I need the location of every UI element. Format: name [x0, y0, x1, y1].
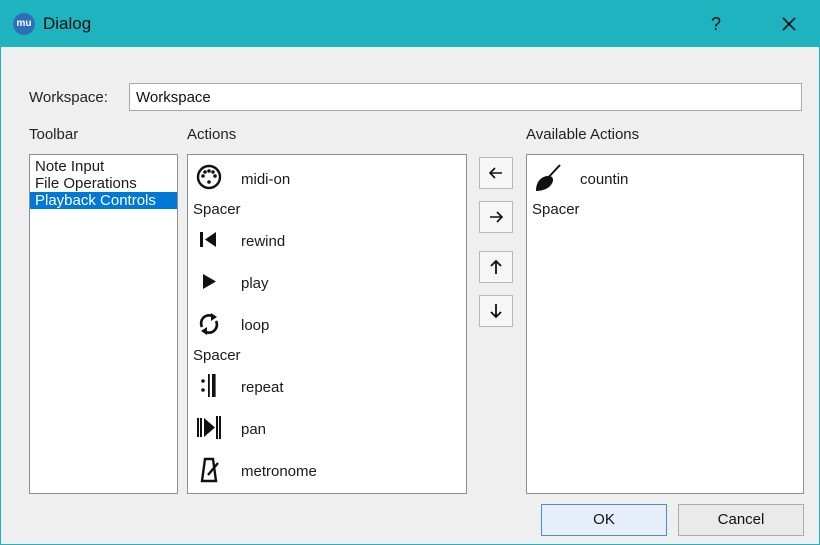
- move-up-button[interactable]: [479, 251, 513, 283]
- workspace-name-input[interactable]: [129, 83, 802, 111]
- countin-icon: [536, 164, 561, 191]
- spacer-item[interactable]: Spacer: [193, 347, 241, 364]
- action-label: rewind: [241, 233, 286, 250]
- metronome-icon: [200, 457, 219, 483]
- left-arrow-icon: [488, 167, 502, 179]
- action-label: loop: [241, 317, 270, 334]
- action-label: midi-on: [241, 171, 291, 188]
- pan-icon: [197, 416, 221, 439]
- down-arrow-icon: [490, 304, 502, 319]
- action-label: play: [241, 275, 269, 292]
- title-bar[interactable]: mu Dialog ?: [1, 1, 819, 47]
- available-actions-header: Available Actions: [526, 126, 640, 143]
- toolbar-list[interactable]: Note Input File Operations Playback Cont…: [29, 154, 178, 494]
- action-label: pan: [241, 421, 267, 438]
- action-label: metronome: [241, 463, 317, 480]
- actions-list[interactable]: midi-on Spacer rewind play loop Spacer r…: [187, 154, 467, 494]
- workspace-label: Workspace:: [29, 89, 108, 106]
- dialog-window: mu Dialog ? Workspace: Toolbar Actions A…: [0, 0, 820, 545]
- right-arrow-icon: [490, 211, 504, 223]
- midi-on-icon: [196, 164, 222, 190]
- move-left-button[interactable]: [479, 157, 513, 189]
- rewind-icon: [200, 232, 216, 247]
- spacer-item[interactable]: Spacer: [193, 201, 241, 218]
- ok-button[interactable]: OK: [541, 504, 667, 536]
- close-button[interactable]: [771, 9, 807, 39]
- window-title: Dialog: [43, 14, 92, 33]
- move-right-button[interactable]: [479, 201, 513, 233]
- help-button[interactable]: ?: [701, 9, 731, 39]
- toolbar-item-note-input[interactable]: Note Input: [30, 158, 177, 175]
- cancel-button[interactable]: Cancel: [678, 504, 804, 536]
- toolbar-header: Toolbar: [29, 126, 79, 143]
- up-arrow-icon: [490, 259, 502, 274]
- toolbar-item-playback-controls[interactable]: Playback Controls: [30, 192, 177, 209]
- spacer-item[interactable]: Spacer: [532, 201, 580, 218]
- close-icon: [782, 17, 796, 31]
- loop-icon: [199, 313, 219, 335]
- available-actions-list[interactable]: countin Spacer: [526, 154, 804, 494]
- action-label: countin: [580, 171, 629, 188]
- musescore-app-icon: mu: [13, 13, 35, 35]
- repeat-icon: [201, 374, 216, 397]
- play-icon: [203, 274, 216, 289]
- actions-header: Actions: [187, 126, 237, 143]
- toolbar-item-file-operations[interactable]: File Operations: [30, 175, 177, 192]
- move-down-button[interactable]: [479, 295, 513, 327]
- action-label: repeat: [241, 379, 284, 396]
